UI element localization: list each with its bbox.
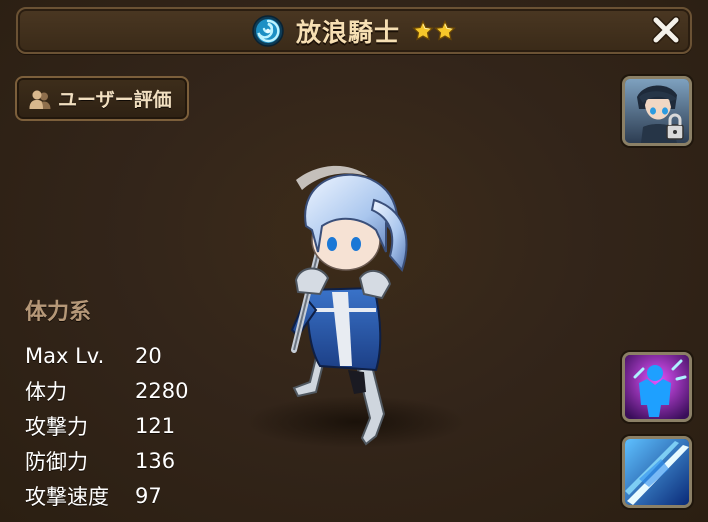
character-portrait-button[interactable]: [622, 76, 692, 146]
user-rating-button[interactable]: ユーザー評価: [15, 76, 189, 121]
stat-row-hp: 体力 2280: [25, 373, 188, 408]
star-rating: [412, 19, 456, 42]
stat-label: 体力: [25, 379, 67, 404]
title-bar: 放浪騎士: [16, 7, 692, 54]
stat-row-defense: 防御力 136: [25, 443, 188, 478]
character-portrait-icon: [625, 79, 689, 143]
skill-2-button[interactable]: [622, 436, 692, 508]
skill-slash-icon: [625, 439, 689, 505]
stat-label: 攻撃力: [25, 414, 88, 439]
star-icon: [412, 19, 434, 41]
lock-icon: [673, 130, 677, 134]
skill-1-button[interactable]: [622, 352, 692, 422]
stat-label: 防御力: [25, 449, 88, 474]
stat-row-max-level: Max Lv. 20: [25, 338, 188, 373]
people-icon: [29, 90, 51, 109]
user-rating-label: ユーザー評価: [58, 89, 172, 111]
title-group: 放浪騎士: [18, 9, 690, 52]
stat-value: 121: [135, 413, 176, 438]
stat-label: Max Lv.: [25, 343, 105, 368]
stat-row-attack: 攻撃力 121: [25, 408, 188, 443]
stat-row-attack-speed: 攻撃速度 97: [25, 478, 188, 513]
star-icon: [434, 19, 456, 41]
monster-detail-screen: 放浪騎士 ユーザー評価 体力系 Max Lv. 20 体力 2280 攻撃力 1…: [0, 0, 708, 522]
monster-name: 放浪騎士: [295, 17, 400, 47]
stat-value: 20: [135, 343, 162, 368]
stat-value: 136: [135, 448, 176, 473]
character-sprite: [246, 165, 466, 448]
skill-buff-icon: [625, 355, 689, 419]
stat-label: 攻撃速度: [25, 484, 109, 509]
stat-value: 2280: [135, 378, 189, 403]
stats-panel: 体力系 Max Lv. 20 体力 2280 攻撃力 121 防御力 136 攻…: [25, 294, 188, 513]
water-element-icon: [252, 14, 284, 47]
close-icon[interactable]: [648, 12, 684, 48]
stat-category: 体力系: [25, 300, 92, 325]
stat-value: 97: [135, 483, 162, 508]
